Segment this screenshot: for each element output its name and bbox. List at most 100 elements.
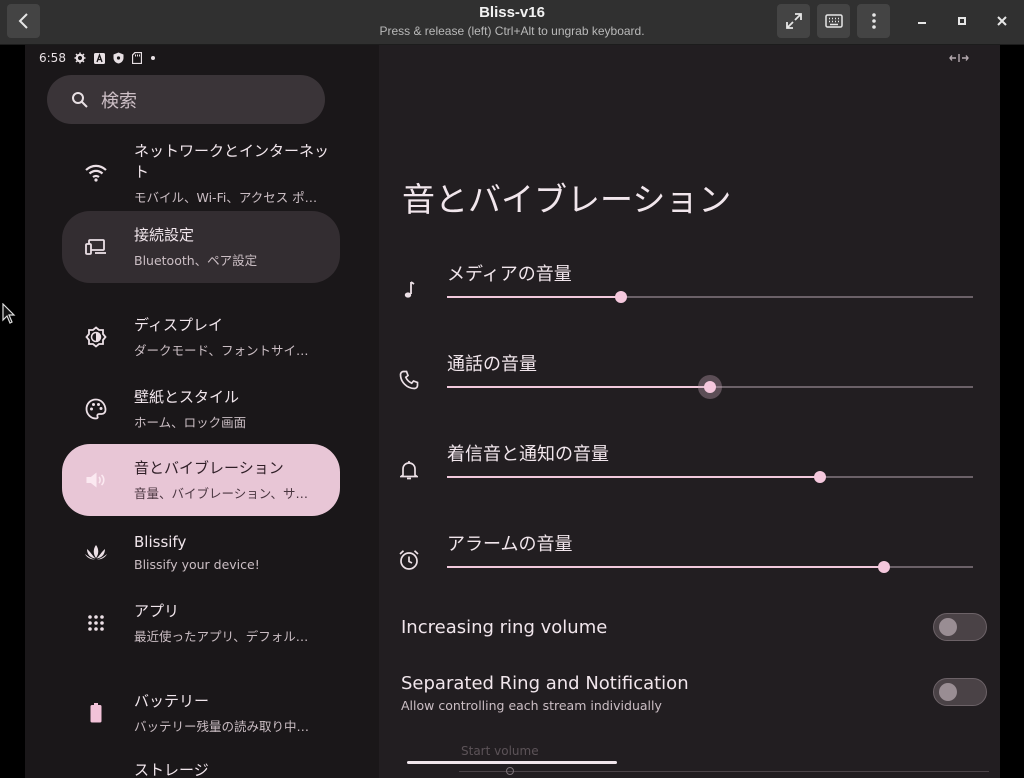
bell-icon bbox=[397, 458, 421, 482]
alarm-icon bbox=[397, 548, 421, 572]
sidebar-item-network[interactable]: ネットワークとインターネット モバイル、Wi-Fi、アクセス ポ… bbox=[62, 133, 340, 213]
sidebar-item-texts: Blissify Blissify your device! bbox=[134, 516, 334, 588]
menu-button[interactable] bbox=[857, 4, 890, 38]
notification-dot-icon bbox=[150, 56, 155, 60]
sidebar-item-sublabel: ダークモード、フォントサイ… bbox=[134, 343, 309, 358]
sidebar-item-sublabel: モバイル、Wi-Fi、アクセス ポ… bbox=[134, 189, 318, 205]
sidebar-item-label: 接続設定 bbox=[134, 226, 195, 244]
sidebar-item-storage[interactable]: ストレージ bbox=[62, 750, 340, 778]
maximize-button[interactable] bbox=[949, 8, 975, 34]
keyboard-button[interactable] bbox=[817, 4, 850, 38]
music-note-icon bbox=[397, 278, 421, 302]
sidebar-item-apps[interactable]: アプリ 最近使ったアプリ、デフォル… bbox=[62, 587, 340, 659]
battery-icon bbox=[84, 701, 108, 725]
slider-thumb[interactable] bbox=[614, 291, 627, 303]
sidebar-item-texts: 壁紙とスタイル ホーム、ロック画面 bbox=[134, 373, 334, 445]
slider-fill bbox=[447, 296, 621, 298]
call-volume-label: 通話の音量 bbox=[447, 354, 537, 375]
start-volume-thumb[interactable] bbox=[506, 767, 514, 775]
android-screen: 6:58 検索 ネットワークとインターネット モバイル、Wi-Fi、アクセス ポ… bbox=[25, 45, 1000, 778]
sidebar-item-texts: 接続設定 Bluetooth、ペア設定 bbox=[134, 211, 334, 283]
sidebar-item-label: Blissify bbox=[134, 533, 187, 551]
media-volume-row: メディアの音量 bbox=[397, 250, 977, 340]
status-bar: 6:58 bbox=[39, 51, 156, 65]
separated-ring-notification-row[interactable]: Separated Ring and Notification Allow co… bbox=[401, 673, 987, 717]
sidebar-item-sublabel: 最近使ったアプリ、デフォル… bbox=[134, 629, 309, 644]
minimize-button[interactable] bbox=[909, 8, 935, 34]
search-icon bbox=[72, 91, 88, 108]
sd-card-icon bbox=[131, 52, 142, 64]
fullscreen-button[interactable] bbox=[777, 4, 810, 38]
wifi-icon bbox=[84, 161, 108, 185]
palette-icon bbox=[84, 397, 108, 421]
call-volume-row: 通話の音量 bbox=[397, 340, 977, 430]
sidebar-item-texts: ストレージ bbox=[134, 750, 334, 778]
sidebar-item-label: ストレージ bbox=[134, 761, 209, 778]
slider-fill bbox=[447, 386, 710, 388]
mouse-pointer-icon bbox=[2, 303, 16, 324]
sidebar-item-texts: ディスプレイ ダークモード、フォントサイ… bbox=[134, 301, 334, 373]
media-volume-label: メディアの音量 bbox=[447, 264, 572, 285]
ring-volume-label: 着信音と通知の音量 bbox=[447, 444, 609, 465]
separated-ring-notification-label: Separated Ring and Notification bbox=[401, 673, 689, 694]
keyboard-icon bbox=[824, 14, 843, 28]
sidebar-item-label: アプリ bbox=[134, 602, 180, 620]
sidebar-item-connected-devices[interactable]: 接続設定 Bluetooth、ペア設定 bbox=[62, 211, 340, 283]
settings-sidebar: 6:58 検索 ネットワークとインターネット モバイル、Wi-Fi、アクセス ポ… bbox=[25, 45, 379, 778]
sidebar-item-wallpaper[interactable]: 壁紙とスタイル ホーム、ロック画面 bbox=[62, 373, 340, 445]
sidebar-item-sublabel: Blissify your device! bbox=[134, 557, 260, 572]
media-volume-slider[interactable] bbox=[447, 291, 973, 303]
start-volume-track[interactable] bbox=[459, 771, 989, 772]
split-screen-toggle-icon[interactable] bbox=[949, 53, 969, 63]
slider-thumb[interactable] bbox=[877, 561, 890, 573]
sidebar-item-texts: アプリ 最近使ったアプリ、デフォル… bbox=[134, 587, 334, 659]
slider-thumb[interactable] bbox=[814, 471, 827, 483]
sidebar-item-texts: ネットワークとインターネット モバイル、Wi-Fi、アクセス ポ… bbox=[134, 133, 334, 213]
sidebar-item-label: ディスプレイ bbox=[134, 316, 223, 334]
close-icon bbox=[997, 16, 1007, 26]
slider-fill bbox=[447, 566, 884, 568]
separated-ring-notification-switch[interactable] bbox=[933, 678, 987, 706]
lotus-icon bbox=[84, 540, 108, 564]
sidebar-item-battery[interactable]: バッテリー バッテリー残量の読み取り中… bbox=[62, 677, 340, 749]
sidebar-item-texts: 音とバイブレーション 音量、バイブレーション、サ… bbox=[134, 444, 334, 516]
increasing-ring-volume-switch[interactable] bbox=[933, 613, 987, 641]
alarm-volume-label: アラームの音量 bbox=[447, 534, 573, 555]
sidebar-item-label: 音とバイブレーション bbox=[134, 459, 284, 477]
sidebar-item-sound[interactable]: 音とバイブレーション 音量、バイブレーション、サ… bbox=[62, 444, 340, 516]
switch-knob bbox=[939, 683, 957, 701]
increasing-ring-volume-label: Increasing ring volume bbox=[401, 617, 608, 638]
close-button[interactable] bbox=[989, 8, 1015, 34]
ring-volume-row: 着信音と通知の音量 bbox=[397, 430, 977, 520]
increasing-ring-volume-row[interactable]: Increasing ring volume bbox=[401, 613, 987, 645]
call-volume-slider[interactable] bbox=[447, 375, 973, 399]
slider-fill bbox=[447, 476, 821, 478]
sidebar-item-label: ネットワークとインターネット bbox=[134, 141, 329, 181]
settings-gear-icon bbox=[74, 52, 86, 64]
sidebar-item-display[interactable]: ディスプレイ ダークモード、フォントサイ… bbox=[62, 301, 340, 373]
sidebar-item-sublabel: ホーム、ロック画面 bbox=[134, 415, 247, 430]
ring-volume-slider[interactable] bbox=[447, 471, 973, 483]
apps-grid-icon bbox=[84, 611, 108, 635]
slider-thumb[interactable] bbox=[704, 381, 716, 393]
start-volume-label: Start volume bbox=[461, 744, 539, 758]
start-volume-indicator bbox=[407, 761, 617, 764]
search-placeholder: 検索 bbox=[101, 90, 137, 112]
separated-ring-notification-sublabel: Allow controlling each stream individual… bbox=[401, 698, 662, 713]
devices-icon bbox=[84, 235, 108, 259]
sidebar-item-blissify[interactable]: Blissify Blissify your device! bbox=[62, 516, 340, 588]
alarm-volume-slider[interactable] bbox=[447, 561, 973, 573]
sidebar-item-label: 壁紙とスタイル bbox=[134, 388, 240, 406]
brightness-icon bbox=[84, 325, 108, 349]
volume-icon bbox=[84, 468, 108, 492]
maximize-icon bbox=[958, 17, 966, 25]
kebab-menu-icon bbox=[871, 13, 876, 29]
page-title: 音とバイブレーション bbox=[402, 180, 732, 219]
sidebar-item-texts: バッテリー バッテリー残量の読み取り中… bbox=[134, 677, 334, 749]
sidebar-item-sublabel: 音量、バイブレーション、サ… bbox=[134, 486, 309, 501]
sidebar-item-sublabel: Bluetooth、ペア設定 bbox=[134, 253, 258, 268]
alarm-volume-row: アラームの音量 bbox=[397, 520, 977, 610]
sidebar-item-sublabel: バッテリー残量の読み取り中… bbox=[134, 719, 310, 734]
search-bar[interactable]: 検索 bbox=[47, 75, 325, 124]
phone-icon bbox=[397, 368, 421, 392]
